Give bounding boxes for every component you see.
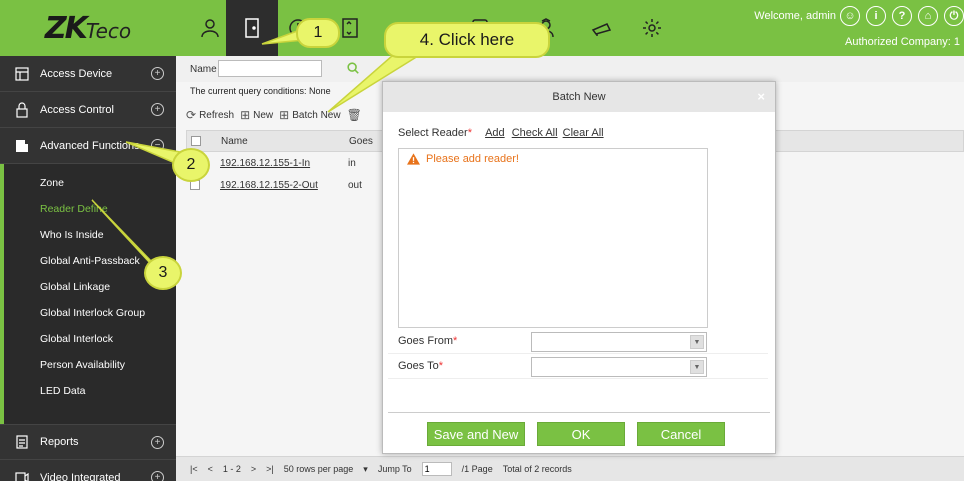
save-and-new-button[interactable]: Save and New (427, 422, 525, 446)
warning-message: Please add reader! (407, 153, 519, 165)
first-page-icon[interactable]: |< (190, 464, 198, 474)
help-circle-icon[interactable]: ? (892, 6, 912, 26)
patrol-icon[interactable] (582, 8, 622, 48)
sidebar-label: Access Control (40, 103, 114, 116)
sidebar-item-person-availability[interactable]: Person Availability (4, 352, 176, 378)
delete-icon: 🗑 (346, 108, 362, 122)
sidebar-label: Reports (40, 436, 79, 448)
reader-name-link[interactable]: 192.168.12.155-1-In (208, 158, 348, 169)
lock-icon (16, 101, 28, 118)
pagination-bar: |< < 1 - 2 > >| 50 rows per page ▾ Jump … (176, 456, 964, 481)
cancel-button[interactable]: Cancel (637, 422, 725, 446)
dialog-divider (388, 412, 770, 413)
refresh-icon: ⟳ (186, 108, 197, 122)
goes-to-label: Goes To* (398, 360, 444, 372)
callout-1: 1 (296, 18, 340, 48)
lock-circle-icon[interactable]: ⌂ (918, 6, 938, 26)
advanced-icon (16, 139, 28, 152)
reader-name-link[interactable]: 192.168.12.155-2-Out (208, 180, 348, 191)
welcome-text: Welcome, admin (754, 10, 836, 22)
sidebar-item-access-device[interactable]: Access Device + (0, 56, 176, 92)
name-filter-input[interactable] (218, 60, 322, 77)
user-circle-icon[interactable]: ☺ (840, 6, 860, 26)
refresh-button[interactable]: ⟳ Refresh (186, 108, 234, 122)
sidebar-item-zone[interactable]: Zone (4, 170, 176, 196)
collapse-icon[interactable]: − (151, 139, 164, 152)
rows-per-page-select[interactable]: 50 rows per page (284, 464, 354, 474)
door-icon[interactable] (226, 0, 278, 56)
batch-new-icon: ⊞ (279, 108, 290, 122)
select-reader-row: Select Reader* Add Check All Clear All (398, 127, 604, 139)
logo: ZKTeco (0, 0, 176, 56)
dialog-title: Batch New (552, 91, 606, 103)
goes-from-select[interactable]: ▼ (531, 332, 707, 352)
last-page-icon[interactable]: >| (266, 464, 274, 474)
prev-page-icon[interactable]: < (208, 464, 213, 474)
ok-button[interactable]: OK (537, 422, 625, 446)
batch-new-button[interactable]: ⊞ Batch New (279, 108, 340, 122)
close-icon[interactable]: × (757, 82, 765, 112)
advanced-submenu: Zone Reader Define Who Is Inside Global … (0, 164, 176, 424)
callout-4: 4. Click here (384, 22, 550, 58)
chevron-down-icon[interactable]: ▼ (690, 360, 704, 374)
goes-to-row: Goes To* ▼ (388, 355, 768, 379)
sidebar-item-advanced-functions[interactable]: Advanced Functions − (0, 128, 176, 164)
page-range: 1 - 2 (222, 464, 241, 474)
required-mark: * (467, 127, 472, 139)
name-filter-label: Name (190, 64, 217, 75)
power-icon[interactable]: ⏻ (944, 6, 964, 26)
sidebar-item-global-interlock-group[interactable]: Global Interlock Group (4, 300, 176, 326)
top-right-icons: ☺ i ? ⌂ ⏻ (840, 6, 964, 26)
sidebar-item-led-data[interactable]: LED Data (4, 378, 176, 404)
filter-bar: Name (176, 56, 964, 82)
reader-list-box[interactable]: Please add reader! (398, 148, 708, 328)
reports-icon (16, 435, 28, 449)
total-records: Total of 2 records (502, 464, 572, 474)
sidebar-item-reader-define[interactable]: Reader Define (4, 196, 176, 222)
batch-new-dialog: Batch New × Select Reader* Add Check All… (382, 81, 776, 454)
expand-icon[interactable]: + (151, 471, 164, 481)
settings-icon[interactable] (632, 8, 672, 48)
jump-to-input[interactable] (421, 462, 452, 476)
company-text: Authorized Company: 1 (845, 36, 960, 48)
new-icon: ⊞ (240, 108, 251, 122)
new-button[interactable]: ⊞ New (240, 108, 273, 122)
check-all-link[interactable]: Check All (512, 127, 558, 139)
callout-3: 3 (144, 256, 182, 290)
goes-from-row: Goes From* ▼ (388, 330, 768, 354)
sidebar-label: Advanced Functions (40, 139, 140, 152)
select-reader-label: Select Reader (398, 127, 468, 139)
sidebar-item-video-integrated[interactable]: Video Integrated + (0, 460, 176, 481)
warning-icon (407, 153, 420, 165)
add-reader-link[interactable]: Add (485, 127, 505, 139)
expand-icon[interactable]: + (151, 436, 164, 449)
goes-from-label: Goes From* (398, 335, 458, 347)
column-header-name[interactable]: Name (209, 136, 349, 147)
sidebar-label: Access Device (40, 67, 113, 80)
callout-2: 2 (172, 148, 210, 182)
person-icon[interactable] (190, 8, 230, 48)
sidebar-item-global-interlock[interactable]: Global Interlock (4, 326, 176, 352)
delete-button[interactable]: 🗑 (347, 108, 362, 122)
goes-to-select[interactable]: ▼ (531, 357, 707, 377)
video-icon (15, 471, 29, 481)
sidebar-item-who-is-inside[interactable]: Who Is Inside (4, 222, 176, 248)
next-page-icon[interactable]: > (251, 464, 256, 474)
query-conditions: The current query conditions: None (190, 86, 331, 96)
search-icon[interactable] (346, 61, 360, 75)
page-info: /1 Page (461, 464, 493, 474)
chevron-down-icon[interactable]: ▾ (363, 464, 368, 475)
select-all-checkbox[interactable] (191, 136, 201, 146)
dialog-header: Batch New × (383, 82, 775, 112)
device-icon (15, 66, 29, 81)
sidebar-item-reports[interactable]: Reports + (0, 424, 176, 460)
sidebar-item-access-control[interactable]: Access Control + (0, 92, 176, 128)
clear-all-link[interactable]: Clear All (563, 127, 604, 139)
sidebar-label: Video Integrated (40, 471, 121, 481)
expand-icon[interactable]: + (151, 67, 164, 80)
info-circle-icon[interactable]: i (866, 6, 886, 26)
expand-icon[interactable]: + (151, 103, 164, 116)
chevron-down-icon[interactable]: ▼ (690, 335, 704, 349)
jump-to-label: Jump To (377, 464, 412, 474)
